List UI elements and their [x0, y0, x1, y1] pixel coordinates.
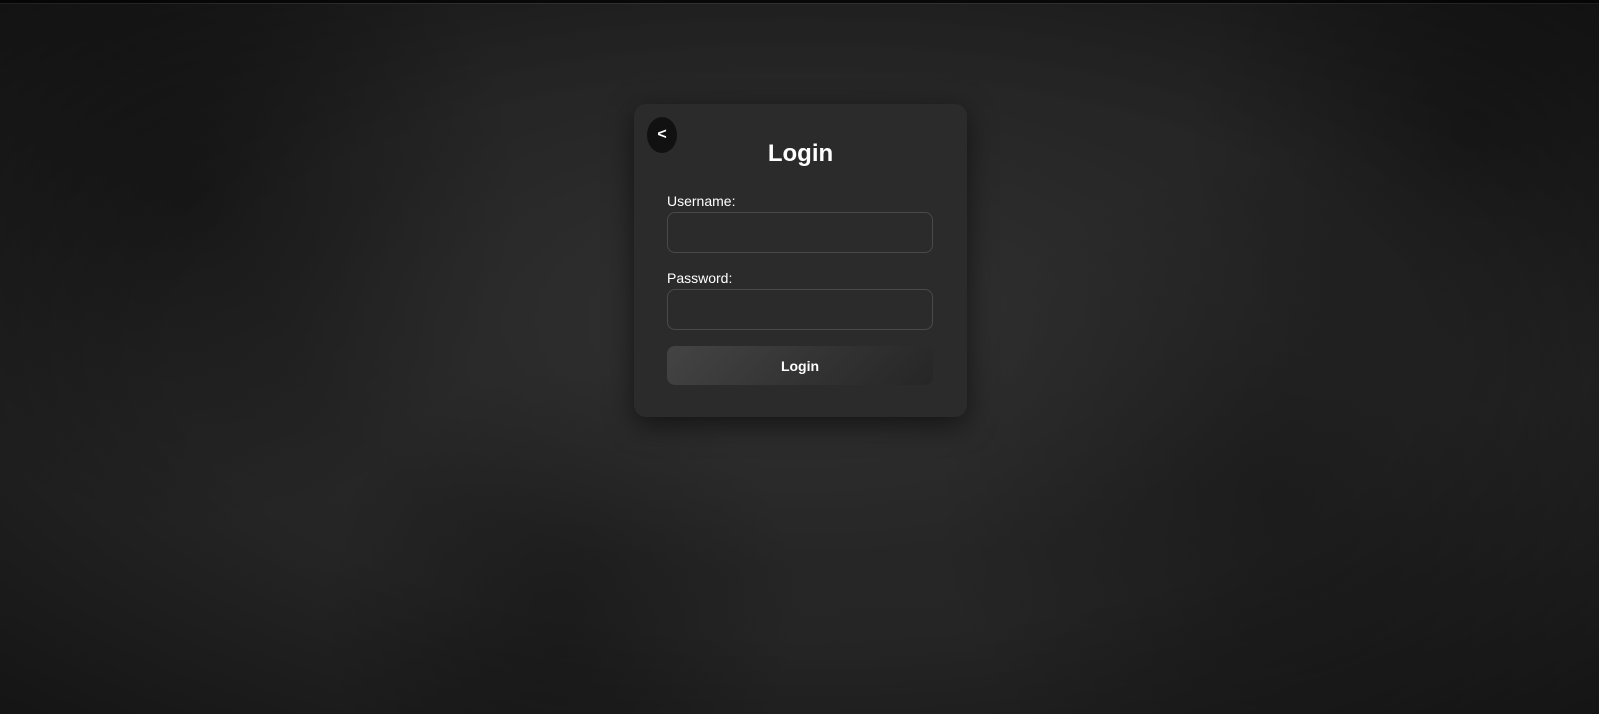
login-card: < Login Username: Password: Login — [634, 104, 967, 417]
username-input[interactable] — [667, 212, 933, 253]
login-button[interactable]: Login — [667, 346, 933, 385]
window-top-border — [0, 0, 1599, 4]
password-label: Password: — [667, 270, 733, 286]
password-input[interactable] — [667, 289, 933, 330]
login-title: Login — [767, 140, 834, 167]
username-label: Username: — [667, 193, 736, 209]
